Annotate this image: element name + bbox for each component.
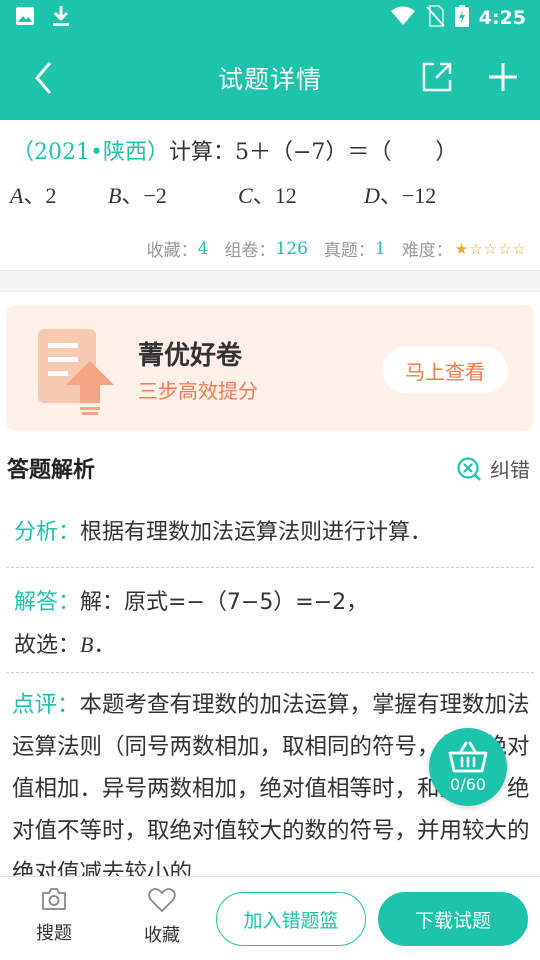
basket-count: 0/60 (450, 775, 486, 794)
share-icon (422, 62, 452, 92)
real-count: 1 (374, 238, 386, 259)
solution-section: 解答：解：原式=−（7−5）=−2， 故选：B． (14, 582, 534, 667)
report-error-label: 纠错 (490, 458, 530, 482)
solution-choice: B (80, 632, 94, 657)
favorite-tab[interactable]: 收藏 (122, 887, 202, 947)
solution-label: 解答： (14, 590, 81, 615)
promo-banner[interactable]: 菁优好卷 三步高效提分 马上查看 (6, 305, 534, 431)
camera-icon (42, 888, 66, 910)
option-d: D、−12 (364, 183, 437, 208)
star-filled-icon: ★ (454, 239, 469, 258)
download-question-button[interactable]: 下载试题 (378, 892, 528, 946)
difficulty-label: 难度： (401, 241, 453, 261)
plus-icon (489, 63, 517, 91)
back-arrow-icon (35, 62, 52, 94)
answer-heading: 答题解析 (7, 458, 96, 483)
add-button[interactable] (486, 60, 522, 96)
share-button[interactable] (420, 60, 456, 96)
analysis-text: 根据有理数加法运算法则进行计算． (80, 520, 433, 545)
option-a: A、2 (10, 183, 57, 208)
heart-icon (148, 888, 176, 912)
dashed-divider (6, 567, 534, 568)
title-bar: 试题详情 (0, 36, 540, 120)
solution-line-1: 解：原式=−（7−5）=−2， (80, 590, 369, 615)
option-c: C、12 (238, 183, 297, 208)
solution-line-2: 故选：B． (14, 632, 116, 658)
question-stem-line: （2021•陕西）计算：5＋（−7）＝（ ） (12, 134, 457, 166)
question-card: （2021•陕西）计算：5＋（−7）＝（ ） A、2 B、−2 C、12 D、−… (0, 120, 540, 270)
section-divider (0, 270, 540, 292)
papers-count: 126 (275, 238, 308, 259)
analysis-label: 分析： (14, 520, 81, 545)
papers-label: 组卷： (224, 241, 276, 261)
favorites-count: 4 (197, 238, 209, 259)
report-error-button[interactable]: 纠错 (456, 454, 530, 483)
star-empty-icon: ☆ (512, 239, 526, 258)
battery-charging-icon (454, 5, 469, 31)
star-empty-icon: ☆ (483, 239, 498, 258)
download-notification-icon (50, 4, 72, 32)
star-empty-icon: ☆ (498, 239, 512, 258)
status-bar: 4:25 (0, 0, 540, 36)
promo-title: 菁优好卷 (138, 341, 243, 371)
question-basket-button[interactable]: 0/60 (429, 728, 507, 806)
basket-icon (448, 741, 488, 773)
gallery-notification-icon (14, 5, 36, 31)
back-button[interactable] (26, 60, 62, 96)
favorites-label: 收藏： (146, 241, 198, 261)
wifi-icon (390, 6, 415, 30)
question-source: （2021•陕西） (12, 140, 169, 165)
favorite-label: 收藏 (144, 925, 180, 946)
no-sim-icon (425, 5, 445, 31)
top-bar: 4:25 试题详情 (0, 0, 540, 120)
add-to-wrong-basket-button[interactable]: 加入错题篮 (216, 892, 366, 946)
real-label: 真题： (323, 241, 375, 261)
report-error-icon (457, 456, 481, 481)
comment-label: 点评： (12, 692, 80, 718)
question-stats: 收藏： 4 组卷： 126 真题： 1 难度： ★ ☆ ☆ ☆ ☆ (146, 236, 526, 262)
star-empty-icon: ☆ (469, 239, 483, 258)
search-question-tab[interactable]: 搜题 (14, 887, 94, 945)
question-stem: 计算：5＋（−7）＝（ ） (168, 140, 458, 165)
page-title: 试题详情 (217, 65, 322, 94)
status-time: 4:25 (478, 7, 526, 29)
option-b: B、−2 (108, 183, 167, 208)
dashed-divider (6, 672, 534, 673)
promo-view-button[interactable]: 马上查看 (382, 347, 508, 393)
search-question-label: 搜题 (36, 923, 72, 944)
difficulty-stars: ★ ☆ ☆ ☆ ☆ (455, 240, 526, 258)
question-options: A、2 B、−2 C、12 D、−12 (10, 178, 530, 208)
promo-subtitle: 三步高效提分 (138, 379, 258, 403)
bottom-bar: 搜题 收藏 加入错题篮 下载试题 (0, 876, 540, 960)
analysis-section: 分析：根据有理数加法运算法则进行计算． (14, 516, 534, 550)
document-upload-icon (36, 327, 126, 415)
